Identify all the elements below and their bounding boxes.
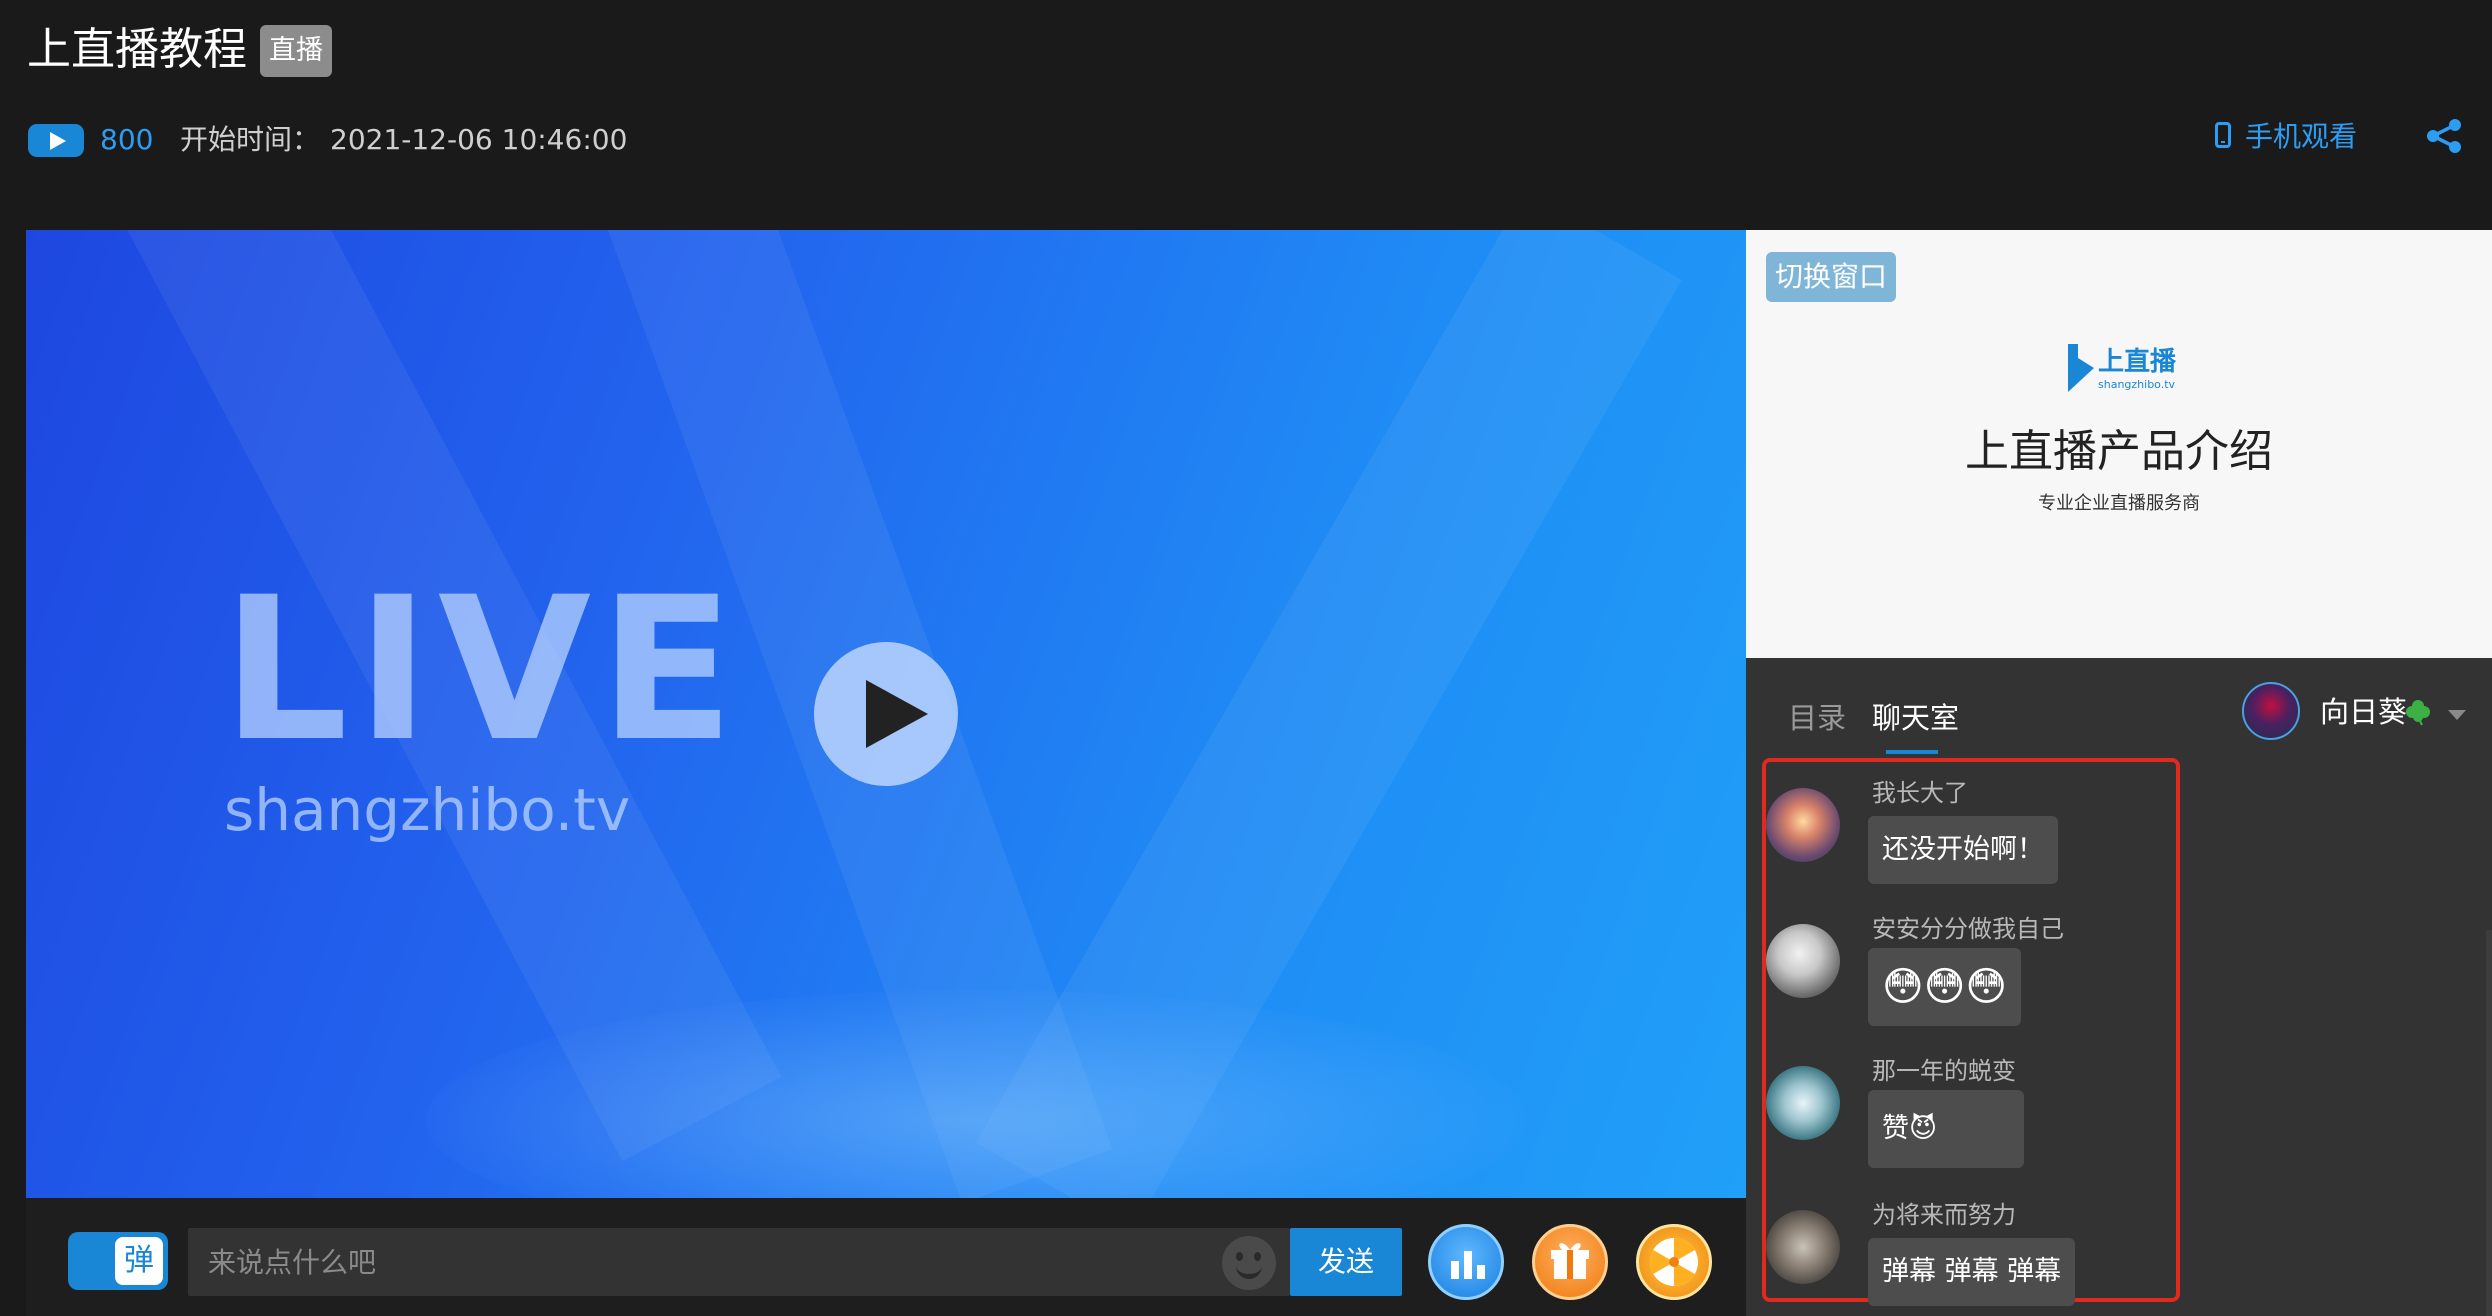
start-time-label: 开始时间： [180, 123, 321, 156]
mobile-watch-label: 手机观看 [2245, 120, 2358, 153]
slide-title: 上直播产品介绍 [1965, 426, 2273, 477]
switch-window-button[interactable]: 切换窗口 [1766, 252, 1896, 302]
emoji-icon[interactable] [1222, 1236, 1276, 1290]
slide-preview-panel[interactable]: 切换窗口 上直播 shangzhibo.tv 上直播产品介绍 专业企业直播服务商 [1746, 230, 2492, 658]
live-watermark: LIVE [222, 554, 743, 785]
message-nickname: 安安分分做我自己 [1872, 915, 2064, 943]
lottery-wheel-button[interactable] [1636, 1224, 1712, 1300]
view-count: 800 [100, 123, 154, 156]
active-tab-indicator [1886, 750, 1938, 754]
bar-chart-icon [1451, 1251, 1485, 1279]
avatar[interactable] [1766, 788, 1840, 862]
stats-button[interactable] [1428, 1224, 1504, 1300]
message-nickname: 那一年的蜕变 [1872, 1057, 2016, 1085]
video-player[interactable]: LIVE shangzhibo.tv [26, 230, 1746, 1198]
chevron-down-icon[interactable] [2448, 710, 2466, 720]
phone-icon [2215, 122, 2231, 148]
message-bubble: 还没开始啊！ [1868, 816, 2058, 884]
gift-icon [1551, 1243, 1589, 1279]
start-time-value: 2021-12-06 10:46:00 [330, 123, 628, 156]
message-bubble: 赞😈 [1868, 1090, 2024, 1168]
message-bubble: 😳😳😳 [1868, 948, 2022, 1026]
mobile-watch-link[interactable]: 手机观看 [2215, 115, 2357, 155]
avatar[interactable] [1766, 1066, 1840, 1140]
danmaku-toggle[interactable]: 弹 [68, 1232, 168, 1290]
slide-logo-subtext: shangzhibo.tv [2098, 378, 2176, 391]
play-count-icon [28, 124, 84, 157]
avatar[interactable] [1766, 1210, 1840, 1284]
slide-subtitle: 专业企业直播服务商 [2038, 493, 2200, 514]
tab-chatroom[interactable]: 聊天室 [1872, 698, 1959, 738]
wheel-icon [1649, 1238, 1698, 1286]
gift-button[interactable] [1532, 1224, 1608, 1300]
tab-catalog[interactable]: 目录 [1788, 698, 1846, 738]
clover-icon [2406, 700, 2430, 726]
message-nickname: 为将来而努力 [1872, 1201, 2016, 1229]
message-nickname: 我长大了 [1872, 779, 1968, 807]
send-button[interactable]: 发送 [1290, 1228, 1402, 1296]
slide-logo-text: 上直播 [2098, 347, 2177, 377]
live-badge: 直播 [260, 25, 332, 77]
share-icon[interactable] [2424, 118, 2464, 154]
current-user-name[interactable]: 向日葵 [2320, 692, 2407, 732]
chat-input[interactable] [188, 1228, 1290, 1296]
danmaku-toggle-label: 弹 [115, 1237, 163, 1285]
site-watermark: shangzhibo.tv [224, 776, 631, 844]
play-button[interactable] [814, 642, 958, 786]
message-bubble: 弹幕 弹幕 弹幕 [1868, 1238, 2076, 1306]
chat-scrollbar[interactable] [2486, 930, 2492, 1316]
current-user-avatar[interactable] [2242, 682, 2300, 740]
avatar[interactable] [1766, 924, 1840, 998]
page-title: 上直播教程 [27, 24, 247, 75]
